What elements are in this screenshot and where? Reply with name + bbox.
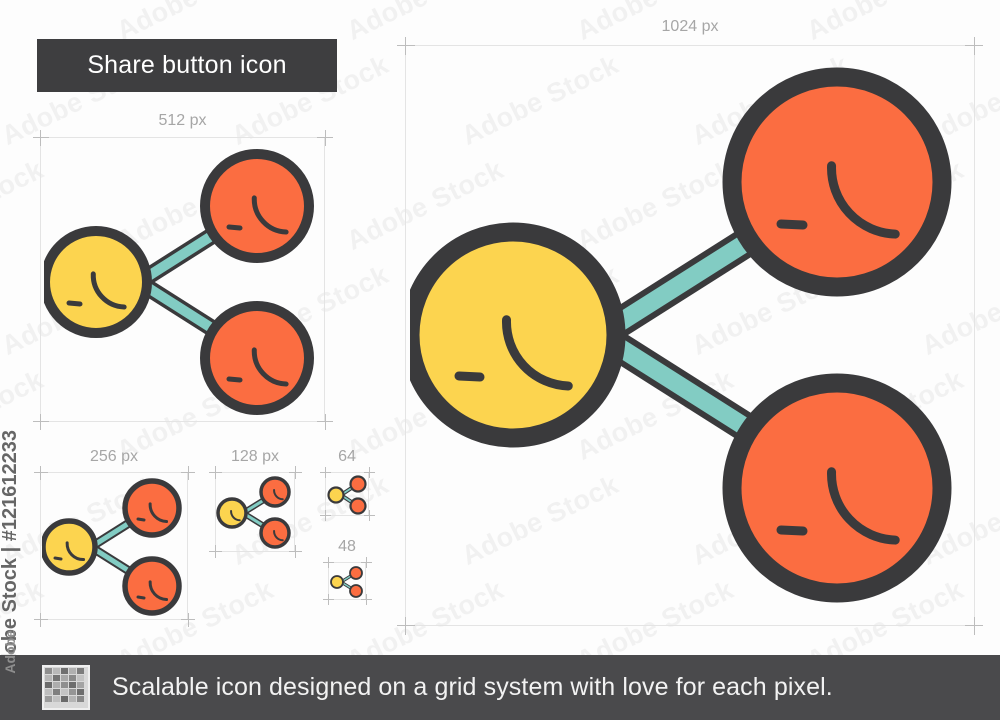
measure-label-48: 48 <box>338 538 356 555</box>
share-icon-48 <box>330 566 363 598</box>
measure-label-64: 64 <box>338 448 356 465</box>
page-title-chip: Share button icon <box>37 39 337 92</box>
page-title: Share button icon <box>87 51 287 79</box>
share-icon-1024 <box>410 67 952 603</box>
pixel-grid-icon <box>42 665 90 710</box>
vertical-credit-wrap: Adobe Stock | #121612233 <box>0 0 34 660</box>
measure-label-1024: 1024 px <box>661 18 719 35</box>
panel-128: 128 px <box>209 448 302 558</box>
panel-1024: 1024 px <box>397 18 983 635</box>
share-icon-128 <box>216 476 291 549</box>
measure-label-128: 128 px <box>230 448 280 465</box>
panel-512: 512 px <box>33 112 333 430</box>
footer-bar: Scalable icon designed on a grid system … <box>0 655 1000 720</box>
measure-label-256: 256 px <box>89 448 139 465</box>
panel-64: 64 <box>320 448 375 521</box>
panel-256: 256 px <box>34 448 195 627</box>
vertical-credit-text: Adobe Stock | #121612233 <box>0 430 21 660</box>
share-icon-256 <box>42 478 182 616</box>
footer-caption: Scalable icon designed on a grid system … <box>112 673 833 701</box>
panel-48: 48 <box>323 538 372 605</box>
adobe-corner-credit: Adobe <box>2 630 18 674</box>
measure-label-512: 512 px <box>158 112 207 129</box>
artboard: Adobe StockAdobe StockAdobe StockAdobe S… <box>0 0 1000 720</box>
share-icon-512 <box>44 149 314 415</box>
share-icon-64 <box>327 475 367 515</box>
